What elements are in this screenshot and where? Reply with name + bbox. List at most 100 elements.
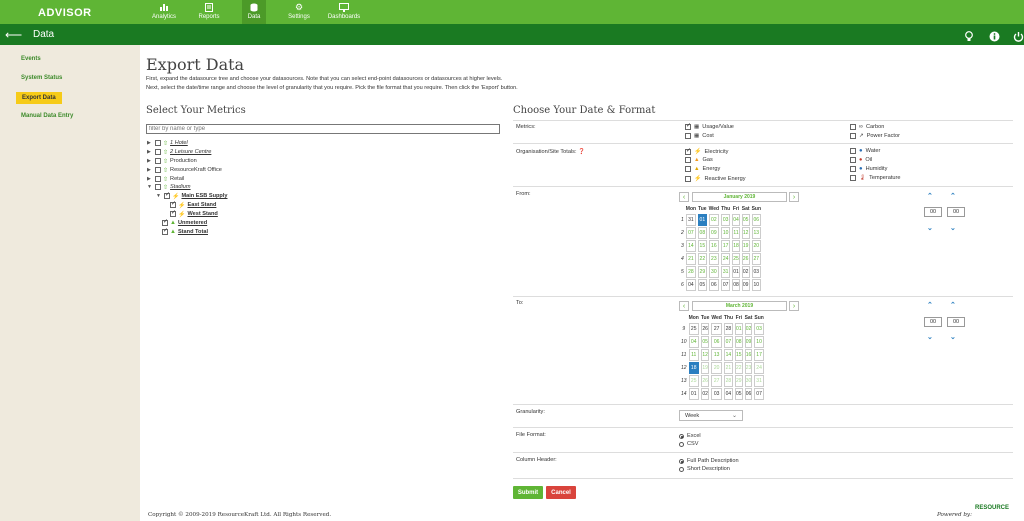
- metric-power-factor[interactable]: ↗ Power Factor: [850, 133, 900, 139]
- calendar-day[interactable]: 26: [700, 375, 710, 387]
- calendar-day[interactable]: 01: [732, 266, 740, 278]
- power-icon[interactable]: [1011, 29, 1024, 43]
- calendar-day[interactable]: 22: [698, 253, 707, 265]
- calendar-day[interactable]: 16: [708, 240, 720, 252]
- checkbox-checked[interactable]: [162, 227, 168, 235]
- sidebar-item-manual-data-entry[interactable]: Manual Data Entry: [21, 113, 73, 119]
- calendar-day[interactable]: 05: [735, 388, 743, 400]
- checkbox[interactable]: [155, 149, 161, 155]
- calendar-day[interactable]: 29: [735, 375, 743, 387]
- expand-arrow-icon[interactable]: ▶: [147, 149, 153, 155]
- calendar-day[interactable]: 30: [708, 266, 720, 278]
- file-format-excel[interactable]: Excel: [679, 433, 701, 439]
- metric-carbon[interactable]: ∞ Carbon: [850, 124, 884, 130]
- tree-node-resourcekraft-office[interactable]: ▶ ⇧ ResourceKraft Office: [147, 166, 222, 174]
- calendar-day[interactable]: 03: [751, 266, 762, 278]
- cancel-button[interactable]: Cancel: [546, 486, 576, 499]
- calendar-day[interactable]: 28: [685, 266, 697, 278]
- org-electricity[interactable]: ⚡Electricity: [685, 147, 728, 155]
- calendar-day[interactable]: 17: [754, 349, 764, 361]
- calendar-day[interactable]: 08: [698, 227, 707, 239]
- calendar-day[interactable]: 28: [723, 375, 734, 387]
- checkbox[interactable]: [155, 176, 161, 182]
- calendar-day[interactable]: 17: [721, 240, 731, 252]
- org-humidity[interactable]: ● Humidity: [850, 166, 887, 172]
- to-hour-input[interactable]: 00: [924, 317, 942, 327]
- calendar-day[interactable]: 23: [744, 362, 753, 374]
- calendar-day[interactable]: 04: [688, 336, 699, 348]
- calendar-day[interactable]: 13: [711, 349, 722, 361]
- calendar-day[interactable]: 31: [685, 214, 697, 226]
- next-month-icon[interactable]: ›: [789, 192, 799, 202]
- nav-reports[interactable]: Reports: [196, 0, 222, 24]
- expand-arrow-icon[interactable]: ▶: [147, 140, 153, 146]
- calendar-day[interactable]: 02: [744, 323, 753, 335]
- calendar-day[interactable]: 20: [711, 362, 722, 374]
- to-minute-input[interactable]: 00: [947, 317, 965, 327]
- org-water[interactable]: ● Water: [850, 148, 880, 154]
- nav-settings[interactable]: ⚙ Settings: [286, 0, 312, 24]
- minute-up-icon[interactable]: ⌃: [950, 301, 956, 309]
- checkbox-checked[interactable]: [162, 218, 168, 226]
- sidebar-item-export-data[interactable]: Export Data: [16, 92, 62, 104]
- calendar-day[interactable]: 09: [741, 279, 750, 291]
- calendar-day[interactable]: 27: [711, 323, 722, 335]
- calendar-day[interactable]: 07: [721, 279, 731, 291]
- minute-down-icon[interactable]: ⌄: [950, 333, 956, 341]
- calendar-day[interactable]: 04: [723, 388, 734, 400]
- calendar-day[interactable]: 03: [711, 388, 722, 400]
- calendar-day[interactable]: 12: [700, 349, 710, 361]
- org-energy[interactable]: ▲ Energy: [685, 166, 720, 172]
- calendar-day[interactable]: 24: [754, 362, 764, 374]
- checkbox-checked[interactable]: [170, 200, 176, 208]
- calendar-day[interactable]: 01: [698, 214, 707, 226]
- calendar-day[interactable]: 25: [688, 375, 699, 387]
- calendar-day[interactable]: 15: [735, 349, 743, 361]
- calendar-day[interactable]: 26: [700, 323, 710, 335]
- calendar-day[interactable]: 23: [708, 253, 720, 265]
- calendar-day[interactable]: 27: [711, 375, 722, 387]
- month-title[interactable]: January 2019: [692, 192, 787, 202]
- from-minute-input[interactable]: 00: [947, 207, 965, 217]
- header-full-path[interactable]: Full Path Description: [679, 458, 739, 464]
- calendar-day[interactable]: 02: [708, 214, 720, 226]
- calendar-day[interactable]: 02: [741, 266, 750, 278]
- tree-node-west-stand[interactable]: ⚡West Stand: [170, 209, 218, 218]
- calendar-day[interactable]: 10: [721, 227, 731, 239]
- calendar-day[interactable]: 03: [754, 323, 764, 335]
- sidebar-item-events[interactable]: Events: [21, 56, 41, 62]
- calendar-day[interactable]: 06: [751, 214, 762, 226]
- file-format-csv[interactable]: CSV: [679, 441, 699, 447]
- calendar-day[interactable]: 07: [685, 227, 697, 239]
- checkbox-checked[interactable]: [164, 191, 170, 199]
- from-hour-input[interactable]: 00: [924, 207, 942, 217]
- tree-node-1-hotel[interactable]: ▶ ⇧ 1 Hotel: [147, 139, 188, 147]
- next-month-icon[interactable]: ›: [789, 301, 799, 311]
- calendar-day[interactable]: 18: [732, 240, 740, 252]
- calendar-day[interactable]: 16: [744, 349, 753, 361]
- calendar-day[interactable]: 03: [721, 214, 731, 226]
- calendar-day[interactable]: 19: [741, 240, 750, 252]
- calendar-day[interactable]: 06: [744, 388, 753, 400]
- minute-up-icon[interactable]: ⌃: [950, 192, 956, 200]
- calendar-day[interactable]: 07: [754, 388, 764, 400]
- calendar-day[interactable]: 01: [688, 388, 699, 400]
- lightbulb-icon[interactable]: [962, 29, 976, 43]
- collapse-arrow-icon[interactable]: ▼: [147, 184, 153, 190]
- calendar-day[interactable]: 11: [688, 349, 699, 361]
- metric-cost[interactable]: ▦ Cost: [685, 133, 714, 139]
- expand-arrow-icon[interactable]: ▶: [147, 176, 153, 182]
- calendar-day[interactable]: 01: [735, 323, 743, 335]
- calendar-day[interactable]: 06: [711, 336, 722, 348]
- calendar-day[interactable]: 31: [721, 266, 731, 278]
- header-short[interactable]: Short Description: [679, 466, 730, 472]
- info-icon[interactable]: [987, 29, 1001, 43]
- tree-node-2-leisure-centre[interactable]: ▶ ⇧ 2 Leisure Centre: [147, 148, 211, 156]
- checkbox[interactable]: [155, 140, 161, 146]
- org-oil[interactable]: ● Oil: [850, 157, 872, 163]
- calendar-day[interactable]: 05: [698, 279, 707, 291]
- nav-dashboards[interactable]: Dashboards: [327, 0, 361, 24]
- calendar-day[interactable]: 14: [685, 240, 697, 252]
- calendar-day[interactable]: 13: [751, 227, 762, 239]
- calendar-day[interactable]: 31: [754, 375, 764, 387]
